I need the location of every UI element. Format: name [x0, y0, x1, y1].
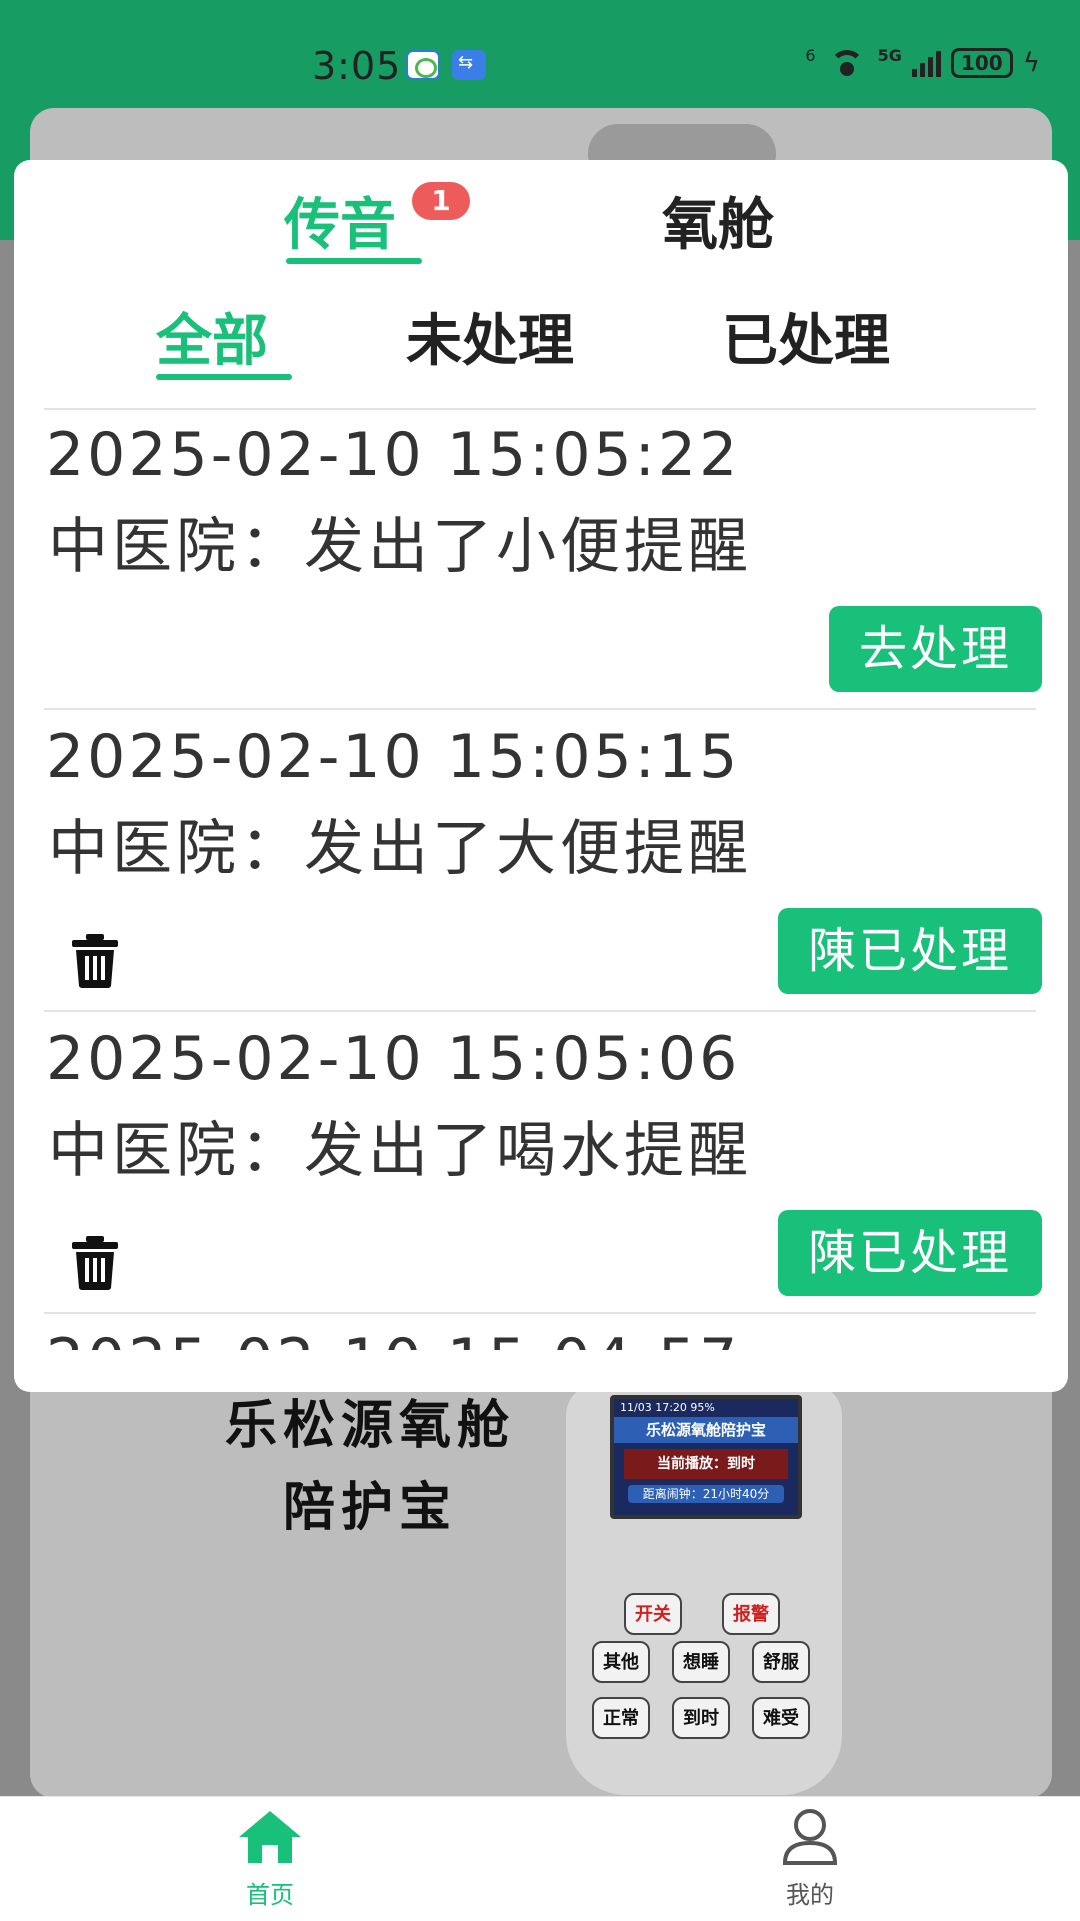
device-screen: 11/03 17:20 95% 乐松源氧舱陪护宝 当前播放：到时 距离闹钟：21… [610, 1395, 802, 1519]
filter-all-underline [156, 374, 292, 380]
device-screen-playing: 当前播放：到时 [624, 1449, 788, 1479]
status-time: 3:05 [312, 44, 402, 88]
processed-button[interactable]: 陳已处理 [777, 908, 1042, 994]
product-title: 乐松源氧舱 陪护宝 [180, 1385, 560, 1549]
process-button[interactable]: 去处理 [828, 606, 1042, 692]
user-icon [782, 1809, 838, 1865]
charging-icon: ϟ [1022, 48, 1040, 78]
device-button-alarm: 报警 [722, 1593, 780, 1635]
item-time: 2025-02-10 15:04:57 [46, 1326, 740, 1350]
device-button-power: 开关 [624, 1593, 682, 1635]
status-indicators: 6 5G 100 ϟ [805, 46, 1040, 80]
list-item: 2025-02-10 15:04:57 [14, 1316, 1068, 1350]
app-notification-icon [406, 50, 440, 80]
signal-icon [911, 49, 941, 77]
notification-modal: 传音 1 氧舱 全部 未处理 已处理 2025-02-10 15:05:22 中… [14, 160, 1068, 1392]
device-button-normal: 正常 [592, 1697, 650, 1739]
list-item: 2025-02-10 15:05:15 中医院：发出了大便提醒 陳已处理 [14, 712, 1068, 1012]
device-button-comfort: 舒服 [752, 1641, 810, 1683]
tab-voice-underline [286, 258, 422, 264]
network-type: 5G [877, 46, 902, 65]
item-time: 2025-02-10 15:05:22 [46, 420, 741, 490]
bottom-navigation: 首页 我的 [0, 1796, 1080, 1921]
item-message: 中医院：发出了大便提醒 [48, 814, 752, 884]
device-button-other: 其他 [592, 1641, 650, 1683]
device-screen-title: 乐松源氧舱陪护宝 [614, 1417, 798, 1443]
filter-processed[interactable]: 已处理 [722, 296, 890, 377]
product-title-line2: 陪护宝 [282, 1478, 457, 1538]
list-item: 2025-02-10 15:05:06 中医院：发出了喝水提醒 陳已处理 [14, 1014, 1068, 1314]
list-item: 2025-02-10 15:05:22 中医院：发出了小便提醒 去处理 [14, 410, 1068, 710]
wifi-icon [826, 48, 868, 78]
nav-profile-label: 我的 [786, 1881, 834, 1909]
processed-button[interactable]: 陳已处理 [777, 1210, 1042, 1296]
device-button-time: 到时 [672, 1697, 730, 1739]
nav-profile[interactable]: 我的 [740, 1807, 880, 1910]
item-divider [44, 1312, 1036, 1314]
item-message: 中医院：发出了小便提醒 [48, 512, 752, 582]
item-message: 中医院：发出了喝水提醒 [48, 1116, 752, 1186]
device-button-uncomfortable: 难受 [752, 1697, 810, 1739]
filter-unprocessed[interactable]: 未处理 [406, 296, 574, 377]
product-title-line1: 乐松源氧舱 [224, 1396, 515, 1456]
item-time: 2025-02-10 15:05:06 [46, 1024, 741, 1094]
device-image: 11/03 17:20 95% 乐松源氧舱陪护宝 当前播放：到时 距离闹钟：21… [566, 1385, 842, 1795]
trash-icon[interactable] [70, 934, 120, 988]
notification-list[interactable]: 2025-02-10 15:05:22 中医院：发出了小便提醒 去处理 2025… [14, 410, 1068, 1350]
tab-voice[interactable]: 传音 [284, 180, 396, 261]
filter-all[interactable]: 全部 [156, 296, 268, 377]
home-icon [239, 1811, 301, 1863]
category-tabs: 传音 1 氧舱 [14, 160, 1068, 280]
device-screen-timer: 距离闹钟：21小时40分 [628, 1485, 784, 1503]
wifi-badge: 6 [805, 46, 816, 65]
unread-badge: 1 [412, 182, 470, 220]
usb-icon [452, 50, 486, 80]
nav-home[interactable]: 首页 [200, 1807, 340, 1910]
item-divider [44, 708, 1036, 710]
trash-icon[interactable] [70, 1236, 120, 1290]
nav-home-label: 首页 [246, 1881, 294, 1909]
battery-icon: 100 [950, 48, 1013, 78]
tab-oxygen-chamber[interactable]: 氧舱 [662, 180, 774, 261]
device-button-sleep: 想睡 [672, 1641, 730, 1683]
device-screen-status: 11/03 17:20 95% [620, 1401, 715, 1414]
item-divider [44, 1010, 1036, 1012]
item-time: 2025-02-10 15:05:15 [46, 722, 741, 792]
